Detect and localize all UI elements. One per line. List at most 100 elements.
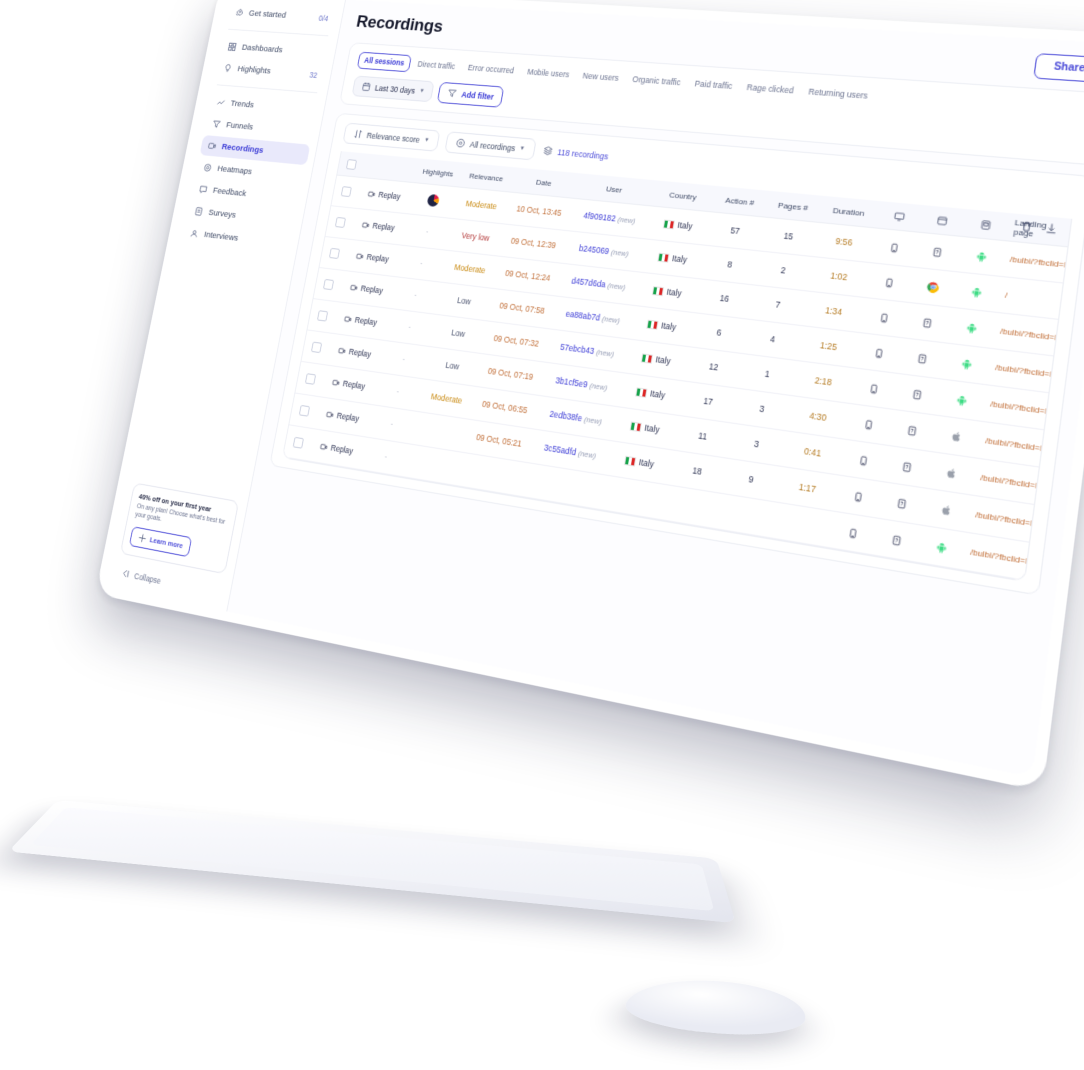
actions-count-cell: 6 (715, 328, 722, 338)
sidebar-item-funnels[interactable]: Funnels (204, 113, 315, 143)
landing-page-cell[interactable]: /bulbi/?fbclid=PAZXh0bgNhZ (978, 435, 1042, 454)
country-cell: Italy (642, 251, 704, 266)
sort-by-selector[interactable]: Relevance score ▼ (342, 122, 441, 152)
sidebar-item-heatmaps[interactable]: Heatmaps (195, 157, 306, 188)
date-range-selector[interactable]: Last 30 days ▼ (351, 75, 435, 103)
trash-icon[interactable] (1018, 218, 1034, 238)
sidebar-item-feedback[interactable]: Feedback (191, 178, 302, 210)
phone-icon (862, 310, 906, 325)
italy-flag-icon (641, 353, 654, 364)
row-checkbox[interactable] (297, 372, 323, 386)
relevance-cell: Very low (460, 231, 491, 243)
landing-page-cell[interactable]: / (998, 290, 1061, 306)
sidebar-item-trends[interactable]: Trends (208, 92, 319, 121)
sidebar-item-dashboards[interactable]: Dashboards (220, 36, 330, 63)
sidebar-divider-1 (228, 28, 329, 37)
row-checkbox[interactable] (291, 404, 317, 418)
tab-organic-traffic[interactable]: Organic traffic (626, 71, 688, 91)
landing-page-cell[interactable]: /bulbi/?fbclid=PAZXh0bgNhZ (963, 546, 1027, 566)
user-cell[interactable] (525, 480, 603, 493)
learn-more-button[interactable]: Learn more (128, 526, 193, 558)
row-checkbox[interactable] (309, 309, 334, 322)
pages-count-cell: 2 (780, 266, 787, 276)
sidebar-label: Highlights (236, 64, 272, 77)
select-all-checkbox[interactable] (339, 158, 364, 170)
replay-button[interactable]: Replay (351, 220, 405, 234)
tab-all-sessions[interactable]: All sessions (356, 51, 412, 73)
phone-icon (836, 488, 881, 505)
sidebar-item-get-started[interactable]: Get started 0/4 (227, 2, 337, 28)
date-cell: 09 Oct, 07:58 (498, 301, 546, 316)
user-cell[interactable]: 4f909182 (new) (570, 210, 649, 227)
highlight-cell: · (425, 227, 429, 237)
landing-page-cell[interactable]: /bulbi/?fbclid=PAZXh0bgNhZ (973, 472, 1037, 491)
replay-button[interactable]: Replay (327, 345, 382, 361)
user-cell[interactable]: ea88ab7d (new) (553, 308, 632, 326)
tab-returning-users[interactable]: Returning users (801, 83, 875, 105)
tab-rage-clicked[interactable]: Rage clicked (740, 79, 801, 100)
recordings-filter-selector[interactable]: All recordings ▼ (444, 131, 537, 161)
svg-text:?: ? (920, 355, 924, 361)
recordings-count: 118 recordings (542, 145, 609, 161)
replay-label: Replay (342, 379, 366, 392)
user-cell[interactable]: 57ebcb43 (new) (548, 341, 627, 360)
tab-paid-traffic[interactable]: Paid traffic (688, 75, 740, 95)
tab-new-users[interactable]: New users (576, 68, 625, 87)
learn-more-label: Learn more (149, 535, 184, 551)
tab-error-occurred[interactable]: Error occurred (461, 60, 520, 79)
sidebar-item-highlights[interactable]: Highlights 32 (215, 58, 325, 86)
download-icon[interactable] (1043, 221, 1059, 241)
actions-count-cell: 17 (702, 396, 714, 408)
add-filter-button[interactable]: Add filter (437, 81, 505, 108)
landing-page-cell[interactable]: /bulbi/?fbclid=PAZXh0bgNhZ (1003, 254, 1066, 269)
replay-button[interactable]: Replay (345, 251, 399, 265)
row-checkbox[interactable] (285, 436, 311, 450)
collapse-button[interactable]: Collapse (106, 559, 232, 605)
sidebar-item-surveys[interactable]: Surveys (186, 200, 297, 232)
sparkle-icon (137, 532, 148, 544)
landing-page-cell[interactable]: /bulbi/?fbclid=PAZXh0bgNhZ (993, 326, 1057, 342)
user-cell[interactable]: d457d6da (new) (559, 275, 638, 293)
row-checkbox[interactable] (333, 185, 358, 198)
row-checkbox[interactable] (315, 278, 340, 291)
header-browser-icon (919, 213, 964, 228)
duration-cell: 2:18 (814, 376, 833, 388)
relevance-cell: Low (450, 328, 466, 339)
landing-page-cell[interactable]: /bulbi/?fbclid=PAZXh0bgNhZ (988, 362, 1052, 380)
header-relevance[interactable]: Relevance (460, 170, 513, 183)
bulb-icon (223, 63, 233, 73)
replay-button[interactable]: Replay (315, 408, 370, 425)
row-checkbox[interactable] (303, 341, 328, 354)
tab-mobile-users[interactable]: Mobile users (521, 64, 576, 83)
landing-page-cell[interactable]: /bulbi/?fbclid=PAZXh0bgNhZ (968, 509, 1032, 529)
user-cell[interactable]: 3b1cf5e9 (new) (542, 374, 621, 394)
replay-button[interactable]: Replay (339, 282, 393, 297)
duration-cell (772, 520, 831, 530)
relevance-cell (415, 428, 467, 436)
table-actions (1018, 218, 1070, 242)
user-cell[interactable]: 3c55adfd (new) (530, 441, 610, 462)
replay-button[interactable]: Replay (309, 440, 364, 457)
page-title: Recordings (354, 12, 445, 37)
user-cell[interactable]: 2edb38fe (new) (536, 408, 615, 428)
header-date[interactable]: Date (511, 175, 576, 190)
row-checkbox[interactable] (327, 216, 352, 229)
tab-direct-traffic[interactable]: Direct traffic (411, 56, 461, 75)
unknown-icon: ? (884, 458, 929, 475)
landing-page-cell[interactable]: /bulbi/?fbclid=PAZXh0bgNhZ (983, 398, 1047, 416)
replay-button[interactable]: Replay (321, 376, 376, 392)
sidebar-item-recordings[interactable]: Recordings (199, 134, 311, 166)
user-cell[interactable]: b245069 (new) (565, 243, 644, 260)
share-button[interactable]: Share (1033, 53, 1084, 84)
replay-label: Replay (336, 411, 360, 424)
row-checkbox[interactable] (321, 247, 346, 260)
sidebar-label: Interviews (203, 229, 240, 244)
android-icon (953, 284, 999, 300)
sidebar-label: Surveys (207, 207, 237, 221)
sidebar-item-interviews[interactable]: Interviews (182, 222, 293, 255)
replay-button[interactable]: Replay (333, 313, 388, 328)
replay-button[interactable]: Replay (357, 189, 411, 203)
add-filter-label: Add filter (460, 89, 495, 102)
highlight-cell: · (401, 355, 406, 364)
sidebar-label: Get started (247, 8, 287, 21)
